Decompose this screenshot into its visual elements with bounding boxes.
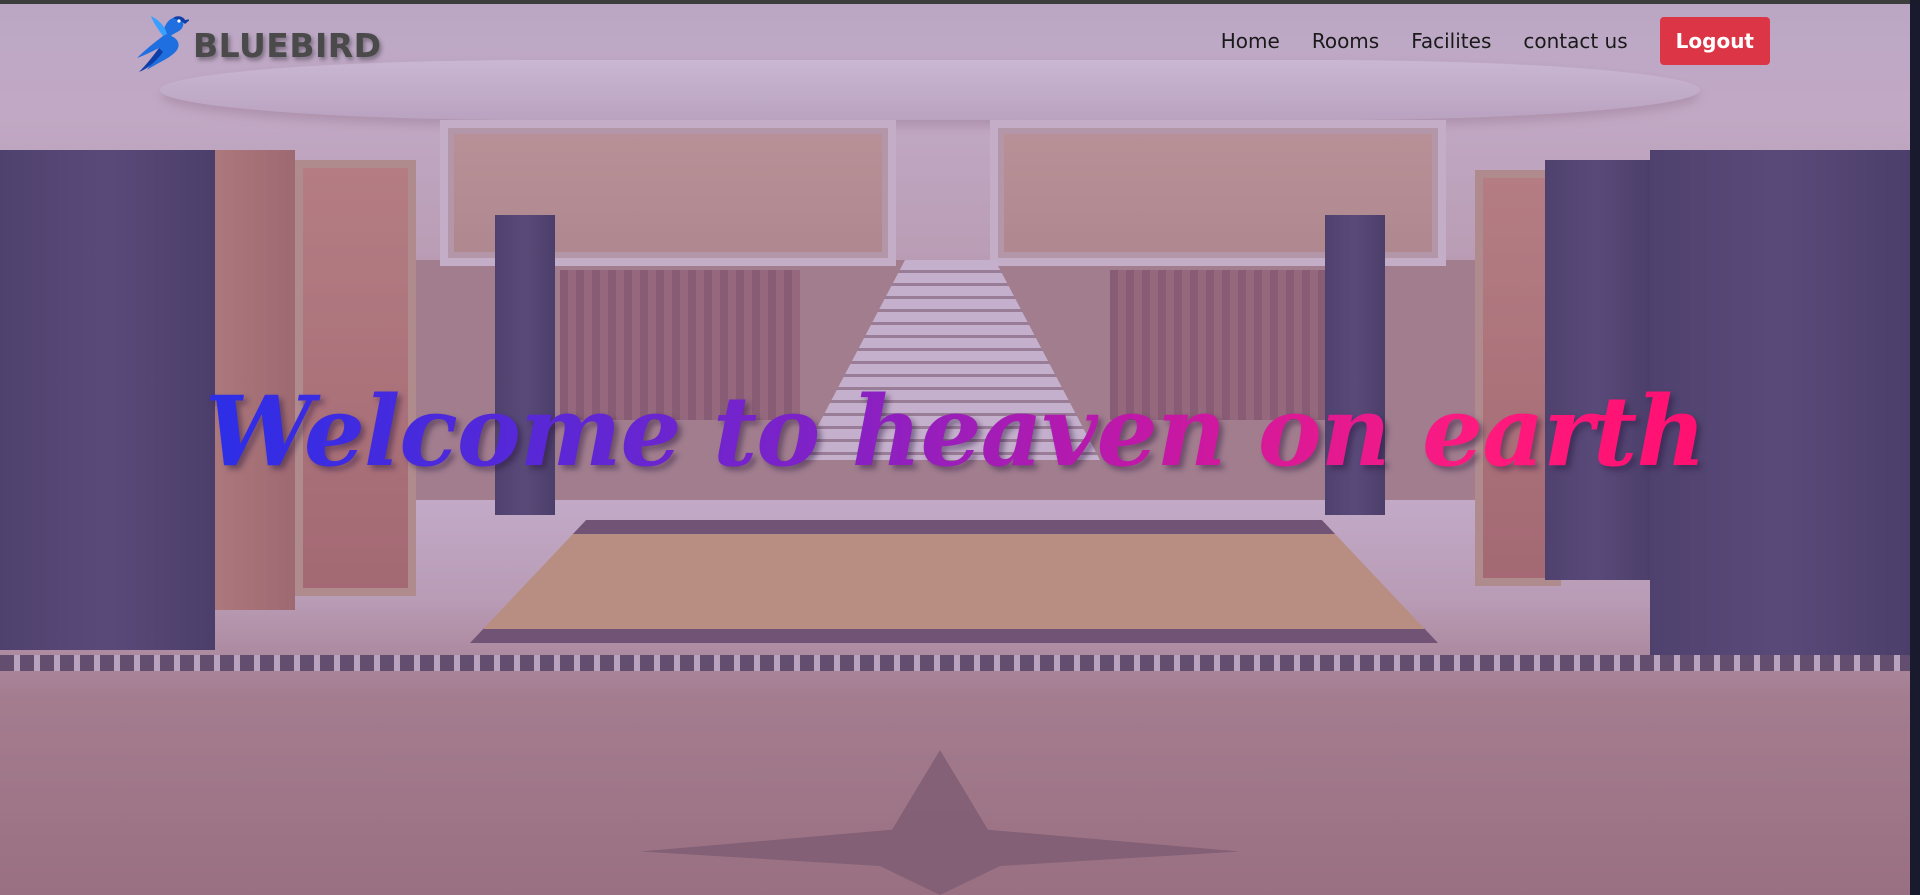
top-border — [0, 0, 1910, 4]
nav-link-home[interactable]: Home — [1221, 17, 1280, 65]
page: BLUEBIRD Home Rooms Facilites contact us… — [0, 0, 1910, 895]
nav-link-facilities[interactable]: Facilites — [1411, 17, 1491, 65]
brand-name: BLUEBIRD — [193, 25, 382, 65]
nav-link-rooms[interactable]: Rooms — [1312, 17, 1379, 65]
brand-link[interactable]: BLUEBIRD — [133, 10, 382, 80]
hero-headline-text: Welcome to heaven on earth — [204, 375, 1706, 488]
nav-menu: Home Rooms Facilites contact us Logout — [1189, 17, 1770, 65]
logout-button[interactable]: Logout — [1659, 17, 1770, 65]
bluebird-logo-icon — [133, 12, 191, 78]
hero-headline: Welcome to heaven on earth — [0, 375, 1910, 488]
nav-link-contact[interactable]: contact us — [1523, 17, 1627, 65]
navbar: BLUEBIRD Home Rooms Facilites contact us… — [0, 4, 1910, 80]
